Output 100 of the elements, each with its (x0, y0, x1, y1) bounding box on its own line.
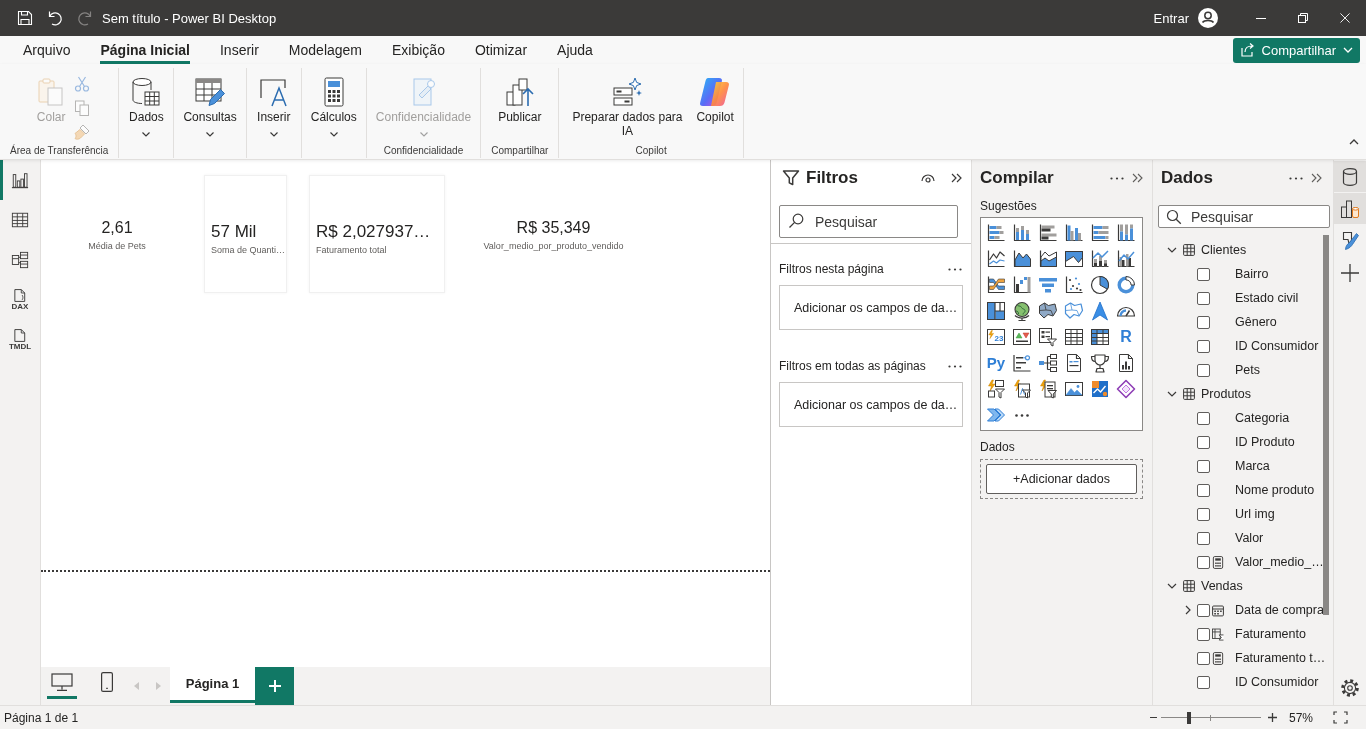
checkbox[interactable] (1197, 267, 1210, 281)
ribbon-tab[interactable]: Modelagem (273, 36, 377, 64)
table-name[interactable]: Produtos (1201, 387, 1252, 401)
matrix-icon[interactable] (1090, 327, 1110, 347)
field-name[interactable]: Valor (1235, 531, 1264, 545)
influencers-icon[interactable] (1012, 353, 1032, 373)
sign-in-link[interactable]: Entrar (1153, 10, 1189, 26)
more-icon[interactable] (1015, 413, 1029, 417)
restore-icon[interactable] (1298, 13, 1308, 23)
table-icon[interactable] (1064, 327, 1084, 347)
ribbon-button[interactable]: Preparar dados para IA (563, 68, 692, 138)
bar-chart-icon[interactable] (1090, 223, 1110, 243)
user-avatar-icon[interactable] (1198, 8, 1218, 28)
visual-type-button[interactable]: 23 (986, 329, 1006, 345)
checkbox[interactable] (1197, 411, 1210, 425)
chevron-up-icon[interactable] (1349, 139, 1359, 145)
field-name[interactable]: Bairro (1235, 267, 1269, 281)
checkbox[interactable] (1197, 603, 1210, 617)
checkbox[interactable] (1197, 459, 1210, 473)
chevron-right-icon[interactable] (1185, 605, 1191, 615)
collapse-pane-icon[interactable] (1132, 173, 1143, 183)
checkbox[interactable] (1197, 291, 1210, 305)
ribbon-chart-icon[interactable] (986, 275, 1006, 295)
eye-icon[interactable] (921, 173, 935, 183)
ribbon-button[interactable]: Inserir (250, 68, 297, 137)
zoom-level-text[interactable]: 57% (1288, 710, 1313, 725)
slider-thumb[interactable] (1186, 711, 1191, 724)
close-icon[interactable] (1340, 13, 1350, 23)
card-visual[interactable]: R$ 2,027937… Faturamento total (309, 175, 445, 293)
checkbox[interactable] (1197, 363, 1210, 377)
checkbox[interactable] (1197, 315, 1210, 329)
field-name[interactable]: ID Consumidor (1235, 675, 1319, 689)
image-icon[interactable] (1064, 379, 1084, 399)
more-icon[interactable] (948, 267, 962, 271)
ribbon-tab[interactable]: Exibição (377, 36, 460, 64)
trophy-icon[interactable] (1090, 353, 1110, 373)
area-chart-icon[interactable] (1012, 249, 1032, 269)
save-icon[interactable] (17, 10, 33, 26)
field-name[interactable]: Categoria (1235, 411, 1290, 425)
more-icon[interactable] (1289, 176, 1303, 180)
field-name[interactable]: ID Consumidor (1235, 339, 1319, 353)
checkbox[interactable] (1197, 627, 1210, 641)
search-field[interactable]: Pesquisar (1158, 205, 1330, 228)
ribbon-tab[interactable]: Otimizar (459, 36, 543, 64)
bar-chart-icon[interactable] (986, 223, 1006, 243)
collapse-pane-icon[interactable] (1311, 173, 1322, 183)
area-chart-icon[interactable] (1064, 249, 1084, 269)
ribbon-tab[interactable]: Ajuda (542, 36, 608, 64)
chevron-down-icon[interactable] (1167, 391, 1177, 397)
bar-chart-icon[interactable] (1038, 223, 1058, 243)
settings-icon[interactable] (1340, 678, 1360, 698)
map-icon[interactable] (1038, 301, 1058, 321)
field-name[interactable]: Faturamento t… (1235, 651, 1326, 665)
table-name[interactable]: Clientes (1201, 243, 1247, 257)
ribbon-button[interactable]: Dados (123, 68, 170, 137)
drop-zone[interactable]: Adicionar os campos de da… (779, 285, 963, 330)
funnel-chart-icon[interactable] (1038, 275, 1058, 295)
zoom-in-icon[interactable] (1267, 713, 1277, 722)
share-button[interactable]: Compartilhar (1232, 37, 1360, 63)
ribbon-button[interactable]: Consultas (178, 68, 242, 137)
table-name[interactable]: Vendas (1201, 579, 1243, 593)
area-chart-icon[interactable] (1038, 249, 1058, 269)
field-name[interactable]: Url img (1235, 507, 1275, 521)
treemap-icon[interactable] (986, 301, 1006, 321)
ribbon-button[interactable]: Cálculos (305, 68, 362, 137)
column-chart-icon[interactable] (1012, 223, 1032, 243)
card-visual[interactable]: 57 Mil Soma de Quanti… (204, 175, 287, 293)
field-name[interactable]: Marca (1235, 459, 1270, 473)
undo-icon[interactable] (47, 10, 63, 26)
fit-to-page-icon[interactable] (1333, 711, 1348, 724)
checkbox[interactable] (1197, 531, 1210, 545)
tree-diagram-icon[interactable] (1038, 353, 1058, 373)
minimize-icon[interactable] (1256, 17, 1266, 19)
checkbox[interactable] (1197, 483, 1210, 497)
ribbon-tab[interactable]: Arquivo (8, 36, 86, 64)
checkbox[interactable] (1197, 651, 1210, 665)
checkbox[interactable] (1197, 339, 1210, 353)
chevrons-icon[interactable] (986, 405, 1006, 425)
visual-type-button[interactable]: R (1120, 328, 1132, 346)
document-icon[interactable] (1064, 353, 1084, 373)
pie-chart-icon[interactable] (1090, 275, 1110, 295)
collapse-pane-icon[interactable] (951, 173, 962, 183)
drop-zone[interactable]: Adicionar os campos de da… (779, 382, 963, 427)
scatter-chart-icon[interactable] (1064, 275, 1084, 295)
more-icon[interactable] (948, 364, 962, 368)
kpi-icon[interactable] (1012, 327, 1032, 347)
checkbox[interactable] (1197, 675, 1210, 689)
donut-chart-icon[interactable] (1116, 275, 1136, 295)
field-name[interactable]: Gênero (1235, 315, 1277, 329)
page-tab[interactable]: Página 1 (170, 667, 255, 703)
add-data-button[interactable]: +Adicionar dados (986, 464, 1137, 494)
lightning-filter-icon[interactable] (986, 379, 1006, 399)
chevron-down-icon[interactable] (1167, 247, 1177, 253)
search-field[interactable]: Pesquisar (779, 205, 958, 238)
combo-chart-icon[interactable] (1116, 249, 1136, 269)
more-icon[interactable] (1110, 176, 1124, 180)
globe-icon[interactable] (1012, 301, 1032, 321)
ribbon-button[interactable]: Copilot (691, 68, 739, 124)
ribbon-tab[interactable]: Página Inicial (85, 36, 205, 64)
checkbox[interactable] (1197, 555, 1210, 569)
